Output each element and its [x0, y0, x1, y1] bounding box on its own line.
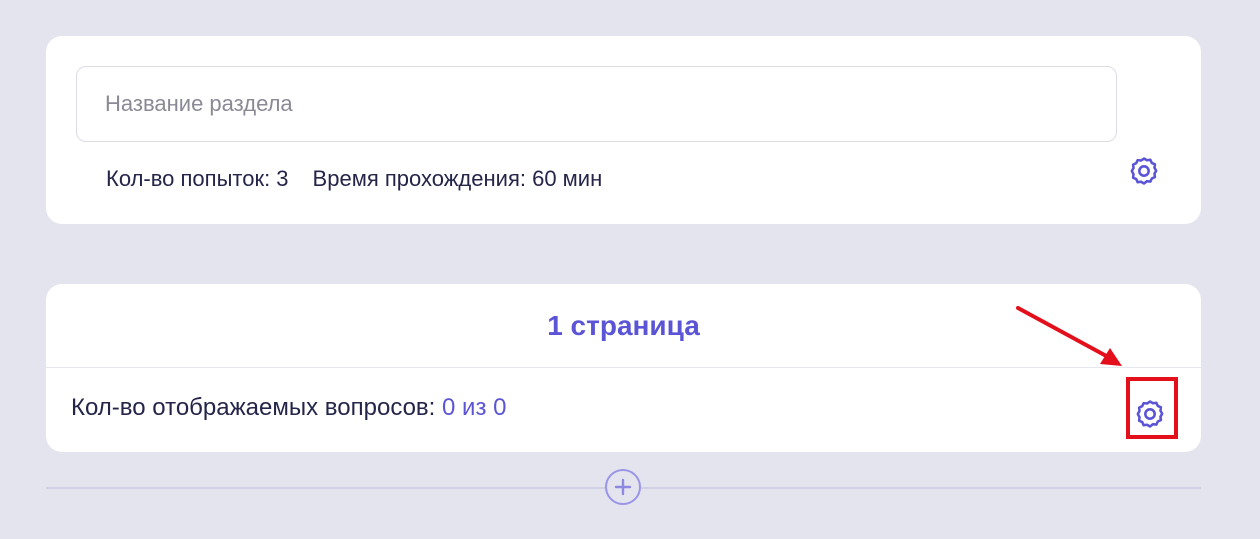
section-meta: Кол-во попыток: 3 Время прохождения: 60 м…: [106, 166, 602, 192]
questions-count-row: Кол-во отображаемых вопросов: 0 из 0: [71, 394, 506, 422]
gear-icon: [1130, 157, 1158, 185]
questions-count-value: 0 из 0: [442, 394, 507, 421]
time-limit: Время прохождения: 60 мин: [312, 166, 603, 191]
annotation-highlight-box: [1126, 377, 1178, 439]
section-title-input[interactable]: [76, 66, 1117, 142]
section-settings-button[interactable]: [1124, 151, 1164, 191]
add-page-button[interactable]: [605, 469, 641, 505]
questions-count-label: Кол-во отображаемых вопросов:: [71, 394, 436, 421]
plus-circle-icon: [614, 478, 632, 496]
annotation-arrow: [1016, 306, 1122, 366]
attempts-count: Кол-во попыток: 3: [106, 166, 289, 191]
section-card: Кол-во попыток: 3 Время прохождения: 60 м…: [46, 36, 1201, 224]
